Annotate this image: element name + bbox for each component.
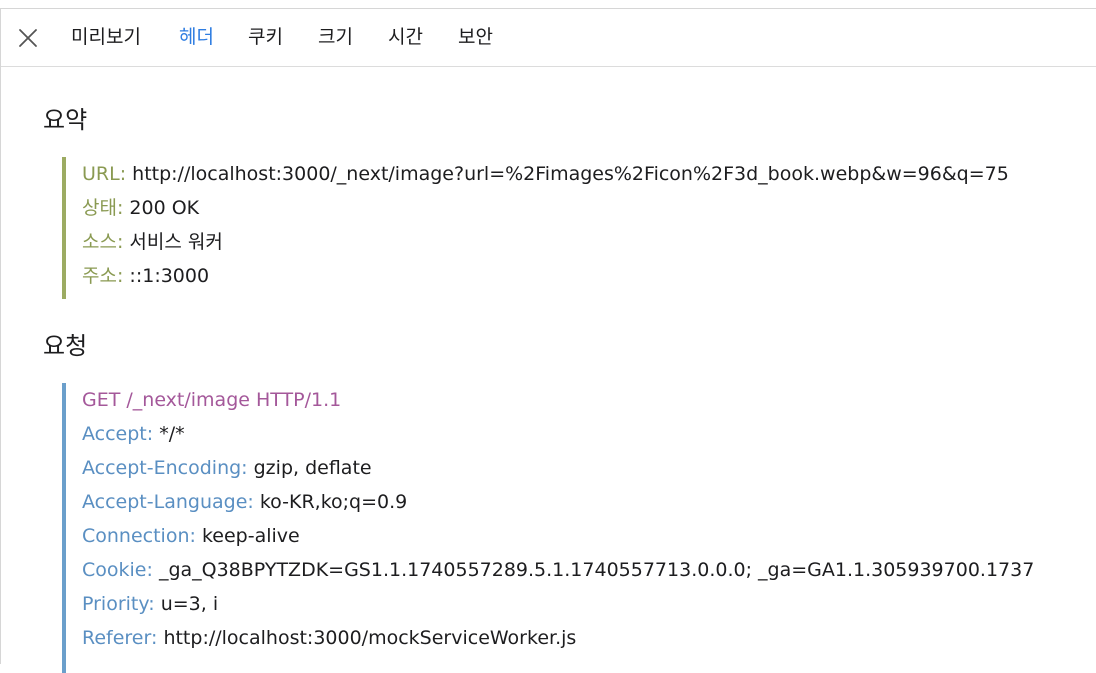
header-key: Referer: [82, 627, 158, 649]
tab-cookies[interactable]: 쿠키 [248, 24, 283, 50]
request-header-row: Referer: http://localhost:3000/mockServi… [82, 621, 1096, 655]
request-header-row: Priority: u=3, i [82, 587, 1096, 621]
header-value: keep-alive [201, 525, 300, 547]
request-header-row: Accept-Language: ko-KR,ko;q=0.9 [82, 485, 1096, 519]
summary-row-status: 상태: 200 OK [82, 191, 1096, 225]
summary-block: URL: http://localhost:3000/_next/image?u… [62, 157, 1096, 299]
header-value: u=3, i [160, 593, 219, 615]
request-header-row: Connection: keep-alive [82, 519, 1096, 553]
header-key: Cookie: [82, 559, 153, 581]
summary-key: 소스: [82, 231, 124, 253]
request-header-row: Accept-Encoding: gzip, deflate [82, 451, 1096, 485]
summary-value: 서비스 워커 [129, 231, 223, 253]
request-block: GET /_next/image HTTP/1.1 Accept: */* Ac… [62, 383, 1096, 673]
summary-value: ::1:3000 [129, 265, 210, 287]
header-key: Accept-Language: [82, 491, 254, 513]
request-header-row: Cookie: _ga_Q38BPYTZDK=GS1.1.1740557289.… [82, 553, 1096, 587]
inspector-tab-bar: 미리보기 헤더 쿠키 크기 시간 보안 [1, 9, 1096, 67]
summary-key: URL: [82, 163, 127, 185]
request-section-title: 요청 [43, 332, 88, 360]
tab-security[interactable]: 보안 [458, 24, 493, 50]
request-line: GET /_next/image HTTP/1.1 [82, 389, 342, 411]
close-icon[interactable] [17, 27, 39, 49]
tab-headers[interactable]: 헤더 [179, 24, 214, 50]
summary-value: 200 OK [129, 197, 200, 219]
tab-size[interactable]: 크기 [318, 24, 353, 50]
summary-row-url: URL: http://localhost:3000/_next/image?u… [82, 157, 1096, 191]
header-key: Accept-Encoding: [82, 457, 248, 479]
summary-key: 상태: [82, 197, 124, 219]
summary-row-address: 주소: ::1:3000 [82, 259, 1096, 293]
summary-section-title: 요약 [43, 106, 88, 134]
header-value: http://localhost:3000/mockServiceWorker.… [163, 627, 577, 649]
summary-value: http://localhost:3000/_next/image?url=%2… [132, 163, 1009, 185]
header-key: Connection: [82, 525, 196, 547]
summary-key: 주소: [82, 265, 124, 287]
tab-preview[interactable]: 미리보기 [71, 24, 141, 50]
web-inspector-panel: 미리보기 헤더 쿠키 크기 시간 보안 요약 URL: http://local… [0, 8, 1096, 673]
header-value: ko-KR,ko;q=0.9 [259, 491, 408, 513]
header-key: Priority: [82, 593, 155, 615]
request-header-row: Accept: */* [82, 417, 1096, 451]
header-value: gzip, deflate [253, 457, 372, 479]
close-icon-glyph [19, 29, 37, 47]
header-key: Accept: [82, 423, 154, 445]
summary-row-source: 소스: 서비스 워커 [82, 225, 1096, 259]
header-value: _ga_Q38BPYTZDK=GS1.1.1740557289.5.1.1740… [158, 559, 1035, 581]
header-value: */* [159, 423, 185, 445]
tab-timing[interactable]: 시간 [388, 24, 423, 50]
